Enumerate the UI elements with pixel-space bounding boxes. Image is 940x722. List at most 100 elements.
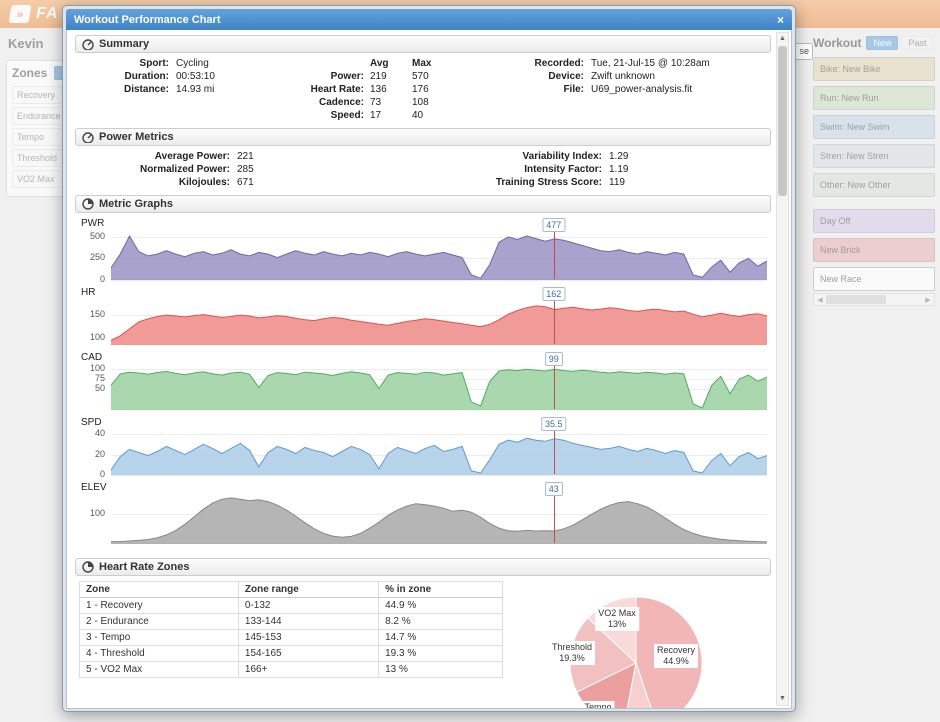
power-plot[interactable]: 477 — [111, 230, 767, 280]
chart-label: PWR — [81, 218, 769, 229]
avg-power-label: Average Power: — [112, 151, 230, 162]
section-title: Metric Graphs — [99, 198, 173, 210]
device-label: Device: — [522, 71, 584, 82]
y-axis: 02040 — [77, 429, 111, 475]
tss-label: Training Stress Score: — [462, 177, 602, 188]
chart-label: SPD — [81, 417, 769, 428]
modal-body: Summary Sport: Cycling Duration: 00:53:10 … — [66, 30, 792, 709]
speed-plot[interactable]: 35.5 — [111, 429, 767, 475]
cursor-value-badge: 35.5 — [541, 417, 567, 431]
power-metrics-section-header: Power Metrics — [75, 128, 771, 146]
elevation-plot[interactable]: 43 — [111, 494, 767, 544]
chart-power: PWR 0250500477 — [77, 218, 769, 280]
pie-slice-label: Threshold19.3% — [549, 641, 595, 665]
normalized-power-label: Normalized Power: — [112, 164, 230, 175]
speed-avg: 17 — [370, 110, 406, 121]
tss-value: 119 — [609, 177, 659, 188]
duration-value: 00:53:10 — [176, 71, 272, 82]
chart-label: HR — [81, 287, 769, 298]
chart-cadence: CAD 507510099 — [77, 352, 769, 410]
avg-header: Avg — [370, 58, 406, 69]
cursor-line[interactable] — [554, 429, 555, 474]
cadence-label: Cadence: — [292, 97, 364, 108]
cadence-max: 108 — [412, 97, 448, 108]
kilojoules-value: 671 — [237, 177, 287, 188]
summary-general: Sport: Cycling Duration: 00:53:10 Distance… — [107, 58, 272, 121]
y-axis: 100 — [77, 494, 111, 544]
workout-performance-modal: Workout Performance Chart × Summary Spor… — [62, 5, 796, 712]
hr-zones-pie: Recovery44.9%Endurance8.2%Tempo14.7%Thre… — [524, 581, 748, 709]
cadence-avg: 73 — [370, 97, 406, 108]
distance-label: Distance: — [107, 84, 169, 95]
pie-chart-icon — [82, 198, 94, 210]
scrollbar-thumb[interactable] — [778, 46, 787, 196]
variability-index-value: 1.29 — [609, 151, 659, 162]
pie-slice-label: Tempo14.7% — [581, 701, 614, 709]
duration-label: Duration: — [107, 71, 169, 82]
cursor-line[interactable] — [554, 299, 555, 344]
normalized-power-value: 285 — [237, 164, 287, 175]
chart-heart-rate: HR 100150162 — [77, 287, 769, 345]
pie-chart-icon — [82, 561, 94, 573]
cursor-line[interactable] — [554, 230, 555, 279]
table-row: 2 - Endurance133-1448.2 % — [80, 614, 503, 630]
y-axis: 100150 — [77, 299, 111, 345]
power-label: Power: — [292, 71, 364, 82]
table-row: 1 - Recovery0-13244.9 % — [80, 598, 503, 614]
recorded-value: Tue, 21-Jul-15 @ 10:28am — [591, 58, 710, 69]
distance-value: 14.93 mi — [176, 84, 272, 95]
power-metrics-left: Average Power: 221 Normalized Power: 285 K… — [112, 151, 287, 188]
cursor-line[interactable] — [554, 494, 555, 543]
power-metrics-right: Variability Index:1.29 Intensity Factor:… — [462, 151, 659, 188]
scroll-up-icon[interactable]: ▲ — [777, 33, 788, 45]
hr-label: Heart Rate: — [292, 84, 364, 95]
gauge-icon — [82, 38, 94, 50]
file-value: U69_power-analysis.fit — [591, 84, 710, 95]
power-metrics-section: Power Metrics Average Power: 221 Normaliz… — [75, 128, 771, 191]
metric-graphs-section-header: Metric Graphs — [75, 195, 771, 213]
speed-max: 40 — [412, 110, 448, 121]
pie-slice-label: Recovery44.9% — [654, 644, 698, 668]
sport-label: Sport: — [107, 58, 169, 69]
cursor-line[interactable] — [554, 364, 555, 409]
avg-power-value: 221 — [237, 151, 287, 162]
hr-zones-section: Heart Rate Zones Zone Zone range % in zo… — [75, 558, 771, 709]
table-row: 3 - Tempo145-15314.7 % — [80, 630, 503, 646]
power-max: 570 — [412, 71, 448, 82]
variability-index-label: Variability Index: — [462, 151, 602, 162]
modal-title-bar[interactable]: Workout Performance Chart × — [66, 9, 792, 30]
chart-speed: SPD 0204035.5 — [77, 417, 769, 475]
vertical-scrollbar[interactable]: ▲ ▼ — [776, 32, 789, 706]
pie-slice-label: VO2 Max13% — [595, 607, 639, 631]
modal-title: Workout Performance Chart — [74, 14, 221, 26]
col-pct-in-zone: % in zone — [379, 582, 503, 598]
summary-file-info: Recorded: Tue, 21-Jul-15 @ 10:28am Device… — [522, 58, 710, 121]
col-zone-range: Zone range — [238, 582, 378, 598]
device-value: Zwift unknown — [591, 71, 710, 82]
hr-avg: 136 — [370, 84, 406, 95]
max-header: Max — [412, 58, 448, 69]
metric-graphs-section: Metric Graphs PWR 0250500477 HR 10015016… — [75, 195, 771, 554]
recorded-label: Recorded: — [522, 58, 584, 69]
chart-label: CAD — [81, 352, 769, 363]
intensity-factor-value: 1.19 — [609, 164, 659, 175]
cadence-plot[interactable]: 99 — [111, 364, 767, 410]
y-axis: 5075100 — [77, 364, 111, 410]
section-title: Heart Rate Zones — [99, 561, 189, 573]
scroll-down-icon[interactable]: ▼ — [777, 693, 788, 705]
cursor-value-badge: 477 — [542, 218, 565, 232]
section-title: Power Metrics — [99, 131, 174, 143]
summary-section-header: Summary — [75, 35, 771, 53]
cursor-value-badge: 43 — [545, 482, 563, 496]
sport-value: Cycling — [176, 58, 272, 69]
table-row: 4 - Threshold154-16519.3 % — [80, 646, 503, 662]
hr-zones-section-header: Heart Rate Zones — [75, 558, 771, 576]
chart-elevation: ELEV 10043 — [77, 482, 769, 544]
gauge-icon — [82, 131, 94, 143]
close-icon[interactable]: × — [777, 13, 784, 27]
y-axis: 0250500 — [77, 230, 111, 280]
heart-rate-plot[interactable]: 162 — [111, 299, 767, 345]
cursor-value-badge: 162 — [542, 287, 565, 301]
cursor-value-badge: 99 — [545, 352, 563, 366]
kilojoules-label: Kilojoules: — [112, 177, 230, 188]
